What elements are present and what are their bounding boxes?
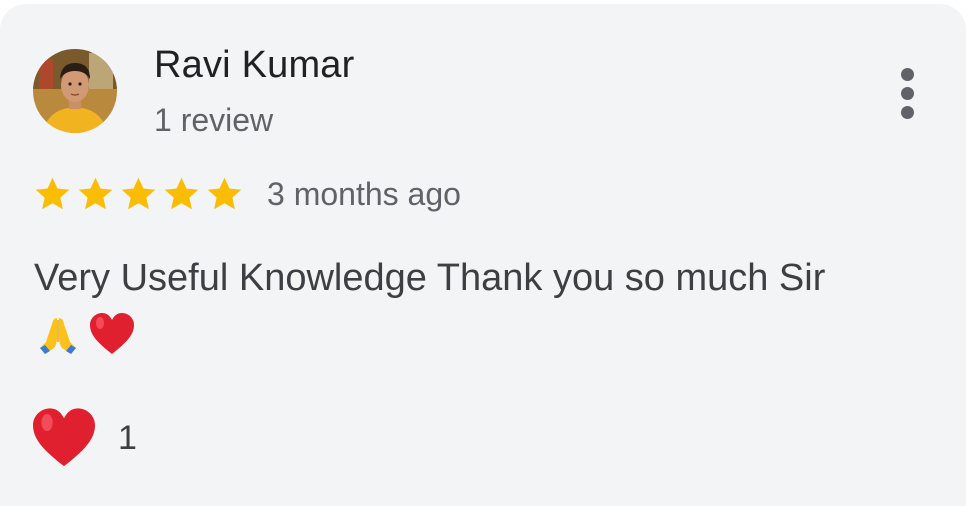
more-vert-icon <box>901 68 914 81</box>
review-date: 3 months ago <box>267 175 461 212</box>
reaction-button[interactable]: 1 <box>30 407 137 469</box>
more-vert-icon-dot <box>901 106 914 119</box>
star-icon <box>164 177 199 209</box>
star-rating <box>32 174 245 215</box>
review-card: Ravi Kumar 1 review 3 months ago Very Us… <box>0 4 966 506</box>
folded-hands-emoji <box>40 318 76 354</box>
more-vert-icon-dot <box>901 87 914 100</box>
red-heart-icon <box>33 408 95 467</box>
more-options-button[interactable] <box>888 64 928 124</box>
review-text: Very Useful Knowledge Thank you so much … <box>34 257 826 299</box>
reaction-count: 1 <box>118 418 137 457</box>
star-icon <box>207 177 242 209</box>
review-text-emojis <box>36 312 136 356</box>
star-icon <box>121 177 156 209</box>
red-heart-emoji <box>90 313 134 354</box>
avatar-photo <box>33 49 117 133</box>
rating-row: 3 months ago <box>32 172 461 216</box>
star-icon <box>78 177 113 209</box>
reviewer-name[interactable]: Ravi Kumar <box>154 44 355 87</box>
star-icon <box>35 177 70 209</box>
reviewer-avatar[interactable] <box>33 49 117 133</box>
reviewer-review-count: 1 review <box>154 102 274 138</box>
